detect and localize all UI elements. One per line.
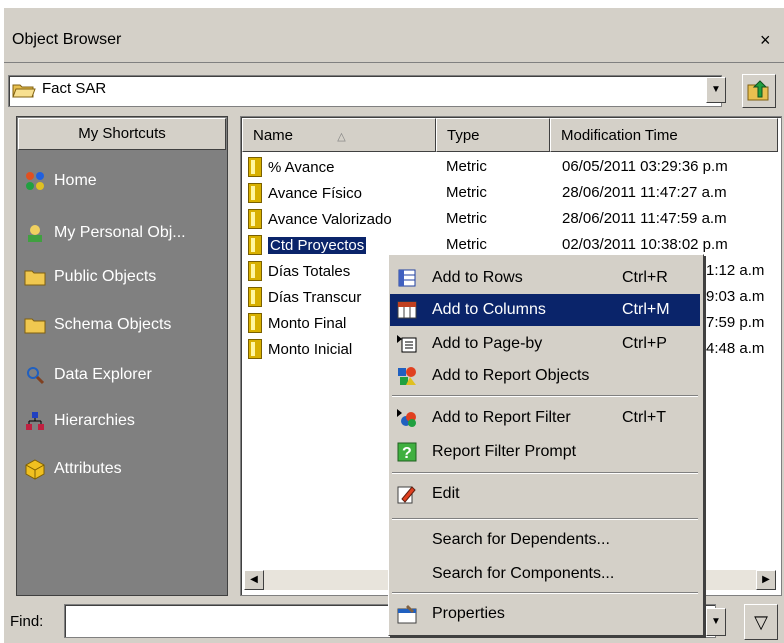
funnel-icon: ▽ <box>754 612 768 632</box>
row-type: Metric <box>446 210 487 227</box>
metric-icon <box>248 339 262 359</box>
shortcut-label: My Personal Obj... <box>54 224 186 241</box>
menu-item-search-dependents[interactable]: Search for Dependents... <box>390 524 700 556</box>
edit-icon <box>397 486 416 504</box>
menu-item-search-components[interactable]: Search for Components... <box>390 558 700 590</box>
attributes-icon <box>25 459 45 480</box>
personal-objects-icon <box>28 225 42 242</box>
table-row[interactable]: Monto Inicial <box>248 336 352 362</box>
shortcuts-header[interactable]: My Shortcuts <box>18 118 226 150</box>
window-left-edge <box>0 8 4 643</box>
find-dropdown-button[interactable]: ▼ <box>706 608 726 636</box>
home-icon <box>26 172 44 190</box>
menu-separator <box>392 592 698 594</box>
shortcut-label: Home <box>54 172 97 189</box>
folder-up-button[interactable] <box>742 74 776 108</box>
shortcut-label: Attributes <box>54 460 122 477</box>
metric-icon <box>248 209 262 229</box>
add-columns-icon <box>397 301 417 319</box>
row-time: 9:03 a.m <box>706 288 765 305</box>
folder-icon <box>24 318 46 334</box>
column-header-modification-time[interactable]: Modification Time <box>550 118 778 152</box>
metric-icon <box>248 183 262 203</box>
menu-separator <box>392 518 698 520</box>
menu-separator <box>392 472 698 474</box>
menu-item-report-filter-prompt[interactable]: ? Report Filter Prompt <box>390 436 700 468</box>
scroll-right-icon[interactable]: ▶ <box>756 570 776 590</box>
row-type: Metric <box>446 184 487 201</box>
window-top-edge <box>0 0 784 8</box>
metric-icon <box>248 157 262 177</box>
row-time: 7:59 p.m <box>706 314 765 331</box>
table-row-selected[interactable]: Ctd Proyectos <box>248 232 368 258</box>
current-folder: Fact SAR <box>42 80 107 97</box>
folder-up-icon <box>747 80 769 101</box>
menu-separator <box>392 395 698 397</box>
shortcut-label: Data Explorer <box>54 366 152 383</box>
menu-item-add-to-report-objects[interactable]: Add to Report Objects <box>390 360 700 392</box>
shortcut-data-explorer[interactable]: Data Explorer <box>24 360 152 390</box>
filter-prompt-icon: ? <box>397 442 417 462</box>
row-time: 02/03/2011 10:38:02 p.m <box>562 236 728 253</box>
row-time: 28/06/2011 11:47:27 a.m <box>562 184 727 201</box>
shortcut-label: Schema Objects <box>54 316 172 333</box>
column-header-name[interactable]: Name △ <box>242 118 436 152</box>
metric-icon <box>248 235 262 255</box>
add-page-by-icon <box>397 335 417 353</box>
sort-ascending-icon: △ <box>337 131 346 143</box>
shortcut-my-personal-objects[interactable]: My Personal Obj... <box>24 218 186 248</box>
find-label: Find: <box>10 613 44 630</box>
table-row[interactable]: Monto Final <box>248 310 346 336</box>
row-type: Metric <box>446 158 487 175</box>
row-time: 4:48 a.m <box>706 340 765 357</box>
shortcut-label: Hierarchies <box>54 412 135 429</box>
menu-item-edit[interactable]: Edit <box>390 478 700 510</box>
report-objects-icon <box>398 367 416 385</box>
menu-item-properties[interactable]: Properties <box>390 598 700 630</box>
table-row[interactable]: Avance Valorizado <box>248 206 392 232</box>
shortcut-home[interactable]: Home <box>24 166 97 196</box>
table-row[interactable]: Días Totales <box>248 258 350 284</box>
row-time: 28/06/2011 11:47:59 a.m <box>562 210 727 227</box>
add-rows-icon <box>398 269 416 287</box>
row-time: 1:12 a.m <box>706 262 765 279</box>
shortcut-schema-objects[interactable]: Schema Objects <box>24 310 171 340</box>
data-explorer-icon <box>27 367 45 385</box>
column-header-type[interactable]: Type <box>436 118 550 152</box>
metric-icon <box>248 261 262 281</box>
table-row[interactable]: Días Transcur <box>248 284 361 310</box>
menu-item-add-to-rows[interactable]: Add to Rows Ctrl+R <box>390 262 700 294</box>
row-time: 06/05/2011 03:29:36 p.m <box>562 158 728 175</box>
menu-item-add-to-page-by[interactable]: Add to Page-by Ctrl+P <box>390 328 700 360</box>
row-type: Metric <box>446 236 487 253</box>
folder-icon <box>24 270 46 286</box>
menu-item-add-to-report-filter[interactable]: Add to Report Filter Ctrl+T <box>390 402 700 434</box>
shortcut-label: Public Objects <box>54 268 157 285</box>
close-icon[interactable]: × <box>760 30 771 51</box>
combo-dropdown-button[interactable]: ▼ <box>706 77 726 103</box>
shortcut-hierarchies[interactable]: Hierarchies <box>24 406 135 436</box>
properties-icon <box>397 605 417 624</box>
metric-icon <box>248 287 262 307</box>
folder-open-icon <box>12 84 36 98</box>
menu-item-add-to-columns[interactable]: Add to Columns Ctrl+M <box>390 294 700 326</box>
scroll-left-icon[interactable]: ◀ <box>244 570 264 590</box>
shortcut-public-objects[interactable]: Public Objects <box>24 262 156 292</box>
window-title: Object Browser <box>12 31 122 48</box>
report-filter-icon <box>397 409 416 427</box>
location-combobox[interactable] <box>8 75 722 107</box>
shortcut-attributes[interactable]: Attributes <box>24 454 122 484</box>
filter-button[interactable]: ▽ <box>744 604 778 640</box>
hierarchies-icon <box>26 412 44 430</box>
table-row[interactable]: Avance Físico <box>248 180 362 206</box>
metric-icon <box>248 313 262 333</box>
table-row[interactable]: % Avance <box>248 154 334 180</box>
svg-text:?: ? <box>402 445 412 462</box>
